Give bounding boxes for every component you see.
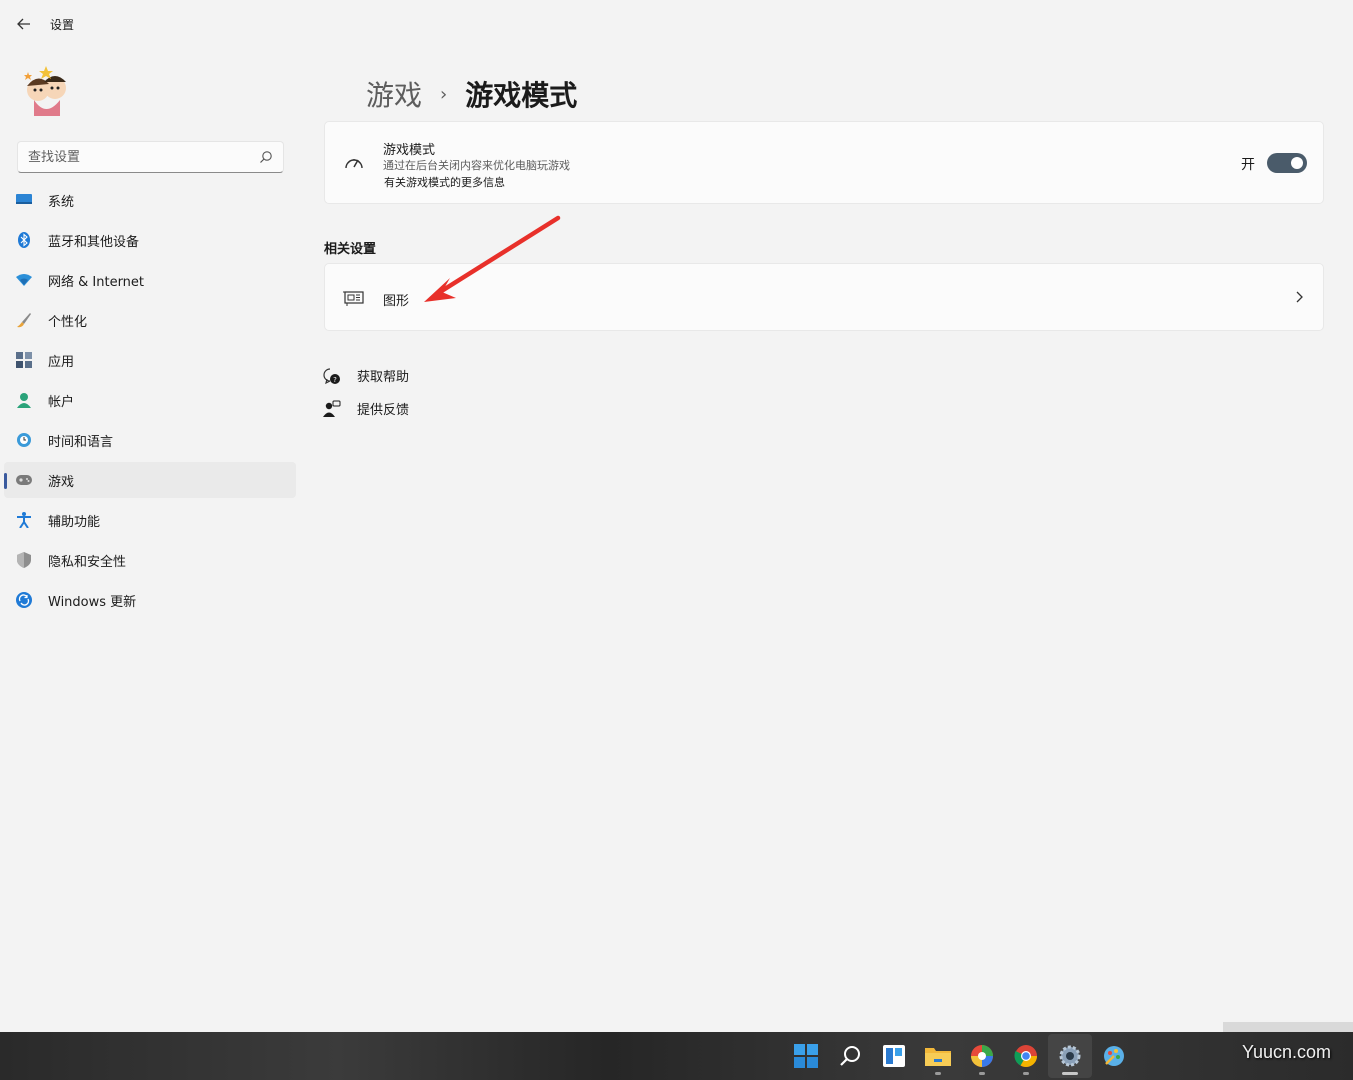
game-mode-toggle[interactable] [1267,153,1307,173]
sidebar-item-label: 帐户 [48,394,75,410]
game-mode-info-link[interactable]: 有关游戏模式的更多信息 [384,174,505,190]
file-explorer-icon[interactable] [916,1034,960,1078]
sidebar-item-label: 系统 [48,194,75,210]
feedback-person-icon [323,400,341,417]
sidebar-item-privacy[interactable]: 隐私和安全性 [4,542,296,578]
game-mode-title: 游戏模式 [383,143,436,158]
search-box[interactable] [17,141,284,173]
sidebar-item-system[interactable]: 系统 [4,182,296,218]
sidebar-item-apps[interactable]: 应用 [4,342,296,378]
sidebar-item-label: 应用 [48,354,75,370]
feedback-link[interactable]: 提供反馈 [323,399,409,418]
account-icon [16,392,32,408]
related-settings-heading: 相关设置 [324,242,377,257]
taskbar: Yuucn.com [0,1032,1353,1080]
graphics-card-icon [343,291,364,306]
sidebar-item-label: Windows 更新 [48,594,137,610]
brush-icon [16,312,32,328]
search-icon[interactable] [828,1034,872,1078]
running-indicator [935,1072,941,1075]
breadcrumb-parent[interactable]: 游戏 [366,74,422,114]
colorful-browser-icon[interactable] [960,1034,1004,1078]
game-mode-description: 通过在后台关闭内容来优化电脑玩游戏 [383,159,570,172]
bluetooth-icon [16,232,32,248]
sidebar-item-time-language[interactable]: 时间和语言 [4,422,296,458]
sidebar-item-accounts[interactable]: 帐户 [4,382,296,418]
back-arrow-icon[interactable] [0,0,48,48]
search-icon [260,151,272,163]
graphics-label: 图形 [383,294,410,309]
sidebar-item-bluetooth[interactable]: 蓝牙和其他设备 [4,222,296,258]
running-indicator [979,1072,985,1075]
toggle-state-label: 开 [1241,157,1255,173]
watermark: Yuucn.com [1242,1042,1332,1062]
sidebar-nav: 系统 蓝牙和其他设备 网络 & Internet 个性化 应用 帐户 时间和语言… [4,182,296,622]
get-help-label: 获取帮助 [357,370,410,385]
feedback-label: 提供反馈 [357,403,410,418]
chrome-icon[interactable] [1004,1034,1048,1078]
sidebar-item-gaming[interactable]: 游戏 [4,462,296,498]
accessibility-icon [16,512,32,528]
sidebar-item-accessibility[interactable]: 辅助功能 [4,502,296,538]
title-bar: 设置 [0,0,1353,48]
apps-icon [16,352,32,368]
game-mode-card: 游戏模式 通过在后台关闭内容来优化电脑玩游戏 有关游戏模式的更多信息 开 [324,121,1324,204]
globe-clock-icon [16,432,32,448]
windows-start-icon[interactable] [784,1034,828,1078]
sidebar-item-label: 蓝牙和其他设备 [48,234,140,250]
breadcrumb: 游戏 › 游戏模式 [366,74,577,114]
sidebar-item-network[interactable]: 网络 & Internet [4,262,296,298]
toggle-knob [1291,157,1303,169]
update-icon [16,592,32,608]
sidebar-item-label: 隐私和安全性 [48,554,127,570]
chevron-right-icon [1296,291,1303,303]
graphics-settings-row[interactable]: 图形 [324,263,1324,331]
sidebar-item-label: 时间和语言 [48,434,114,450]
monitor-icon [16,192,32,208]
desktop-strip [1223,1022,1353,1032]
sidebar-item-label: 个性化 [48,314,88,330]
running-indicator [1023,1072,1029,1075]
breadcrumb-separator: › [440,83,448,105]
sidebar-item-label: 游戏 [48,474,75,490]
search-input[interactable] [28,149,259,165]
sidebar-item-label: 网络 & Internet [48,274,145,290]
svg-text:?: ? [333,376,337,384]
taskbar-icons [784,1032,1136,1080]
wifi-icon [16,272,32,288]
settings-gear-icon[interactable] [1048,1034,1092,1078]
sidebar-item-label: 辅助功能 [48,514,101,530]
paint-icon[interactable] [1092,1034,1136,1078]
widgets-icon[interactable] [872,1034,916,1078]
sidebar-item-personalization[interactable]: 个性化 [4,302,296,338]
gamepad-icon [16,472,32,488]
get-help-link[interactable]: ? 获取帮助 [323,366,409,385]
shield-icon [16,552,32,568]
speedometer-icon [345,159,363,169]
app-title: 设置 [50,17,75,32]
active-indicator [1062,1072,1078,1075]
page-title: 游戏模式 [465,79,578,112]
avatar[interactable] [16,60,76,120]
sidebar-item-windows-update[interactable]: Windows 更新 [4,582,296,618]
help-chat-icon: ? [323,367,340,384]
